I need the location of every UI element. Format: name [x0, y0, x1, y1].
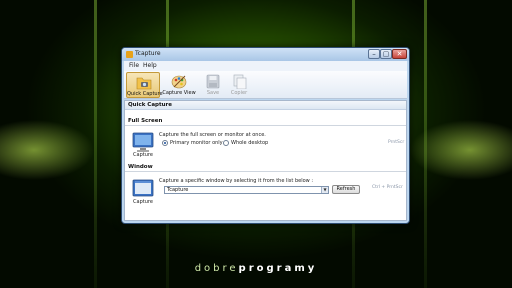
capture-view-button[interactable]: Capture View	[162, 72, 196, 98]
folder-camera-icon	[136, 77, 152, 90]
brand-watermark: dobreprogramy	[0, 263, 512, 274]
menu-help[interactable]: Help	[143, 62, 157, 69]
primary-monitor-label: Primary monitor only	[170, 140, 223, 146]
quick-capture-label: Quick Capture	[127, 91, 163, 97]
full-screen-capture-button[interactable]	[132, 131, 154, 153]
window-select-value: Tcapture	[167, 187, 189, 193]
wallpaper-light-streak	[424, 0, 427, 288]
window-select[interactable]: Tcapture ▼	[164, 186, 329, 194]
menu-file[interactable]: File	[129, 62, 139, 69]
whole-desktop-radio[interactable]	[223, 140, 229, 146]
copier-button[interactable]: Copier	[222, 72, 256, 98]
window-icon	[132, 179, 154, 197]
window-description: Capture a specific window by selecting i…	[159, 178, 314, 184]
copier-label: Copier	[230, 90, 248, 96]
menu-bar: File Help	[124, 61, 407, 71]
primary-monitor-radio[interactable]	[162, 140, 168, 146]
full-screen-hotkey: PrntScr	[388, 140, 405, 145]
palette-icon	[171, 75, 187, 89]
quick-capture-heading: Quick Capture	[125, 101, 406, 110]
floppy-disk-icon	[206, 74, 220, 89]
monitor-icon	[132, 132, 154, 152]
main-panel: Quick Capture Full Screen Capture Captur…	[124, 100, 407, 221]
full-screen-description: Capture the full screen or monitor at on…	[159, 132, 266, 138]
title-bar[interactable]: Tcapture – ▢ ✕	[122, 48, 409, 61]
wallpaper-light-streak	[94, 0, 97, 288]
chevron-down-icon[interactable]: ▼	[321, 187, 328, 193]
quick-capture-button[interactable]: Quick Capture	[126, 72, 163, 98]
copy-document-icon	[233, 74, 247, 89]
close-button[interactable]: ✕	[392, 49, 407, 59]
window-heading: Window	[125, 163, 406, 172]
app-window: Tcapture – ▢ ✕ File Help Quick Capture C…	[121, 47, 410, 224]
window-capture-button[interactable]	[132, 178, 154, 200]
refresh-button[interactable]: Refresh	[332, 185, 360, 194]
maximize-button[interactable]: ▢	[380, 49, 392, 59]
window-hotkey: Ctrl + PrntScr	[372, 185, 403, 190]
brand-part2: programy	[238, 263, 318, 274]
full-screen-heading: Full Screen	[125, 117, 406, 126]
window-capture-label: Capture	[133, 199, 153, 205]
minimize-button[interactable]: –	[368, 49, 380, 59]
toolbar: Quick Capture Capture View Save Copier	[124, 71, 407, 99]
capture-view-label: Capture View	[162, 90, 196, 96]
window-title: Tcapture	[135, 50, 161, 57]
app-icon	[126, 51, 133, 58]
full-screen-capture-label: Capture	[133, 152, 153, 158]
whole-desktop-label: Whole desktop	[231, 140, 269, 146]
brand-part1: dobre	[194, 263, 239, 274]
